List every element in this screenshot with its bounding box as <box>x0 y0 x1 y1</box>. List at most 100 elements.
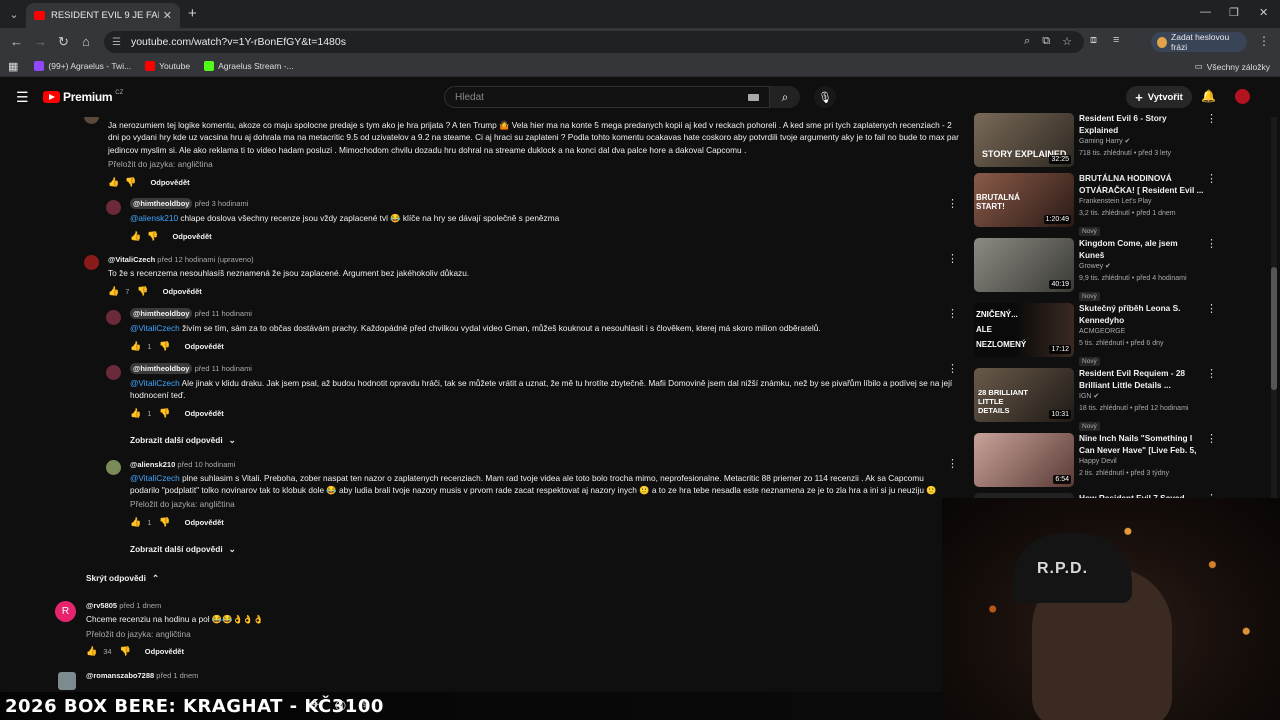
more-options-icon[interactable]: ⋮ <box>947 307 958 320</box>
like-icon[interactable]: 👍 <box>130 517 141 528</box>
bookmark-kick[interactable]: Agraelus Stream -... <box>204 61 294 71</box>
close-window-icon[interactable]: ✕ <box>1259 6 1268 19</box>
dislike-icon[interactable]: 👎 <box>147 231 158 242</box>
password-phrase-button[interactable]: Zadat heslovou frázi <box>1151 32 1247 52</box>
forward-icon[interactable]: → <box>34 34 47 49</box>
video-item[interactable]: BRUTALNÁ START! 1:20:49 BRUTÁLNA HODINOV… <box>974 170 1224 236</box>
translate-link[interactable]: Přeložit do jazyka: angličtina <box>108 159 213 169</box>
video-title[interactable]: Nine Inch Nails "Something I Can Never H… <box>1079 432 1204 456</box>
dislike-icon[interactable]: 👎 <box>159 341 170 352</box>
video-title[interactable]: Skutečný příběh Leona S. Kennedyho <box>1079 302 1204 326</box>
more-options-icon[interactable]: ⋮ <box>947 362 958 375</box>
like-icon[interactable]: 👍 <box>86 646 97 657</box>
more-options-icon[interactable]: ⋮ <box>947 457 958 470</box>
home-icon[interactable]: ⌂ <box>82 34 90 49</box>
video-thumbnail[interactable]: ZNIČENÝ... ALE NEZLOMENÝ 17:12 <box>974 303 1074 357</box>
comment-author[interactable]: @himtheoldboy <box>130 308 193 319</box>
reply-button[interactable]: Odpovědět <box>150 178 189 187</box>
dislike-icon[interactable]: 👎 <box>120 646 131 657</box>
more-options-icon[interactable]: ⋮ <box>1206 367 1217 380</box>
like-icon[interactable]: 👍 <box>130 231 141 242</box>
new-tab-icon[interactable]: + <box>188 5 197 22</box>
site-info-icon[interactable]: ☰ <box>112 37 121 48</box>
translate-link[interactable]: Přeložit do jazyka: angličtina <box>86 629 191 639</box>
video-thumbnail[interactable]: BRUTALNÁ START! 1:20:49 <box>974 173 1074 227</box>
avatar[interactable] <box>106 365 121 380</box>
dislike-icon[interactable]: 👎 <box>159 408 170 419</box>
dislike-icon[interactable]: 👎 <box>125 177 136 188</box>
more-options-icon[interactable]: ⋮ <box>1206 237 1217 250</box>
video-thumbnail[interactable]: 28 BRILLIANT LITTLE DETAILS 10:31 <box>974 368 1074 422</box>
video-thumbnail[interactable]: STORY EXPLAINED 32:25 <box>974 113 1074 167</box>
video-title[interactable]: Resident Evil Requiem - 28 Brilliant Lit… <box>1079 367 1204 391</box>
extensions-icon[interactable]: ⧈ <box>1090 34 1097 47</box>
tab-close-icon[interactable]: ✕ <box>163 9 172 22</box>
apps-grid-icon[interactable]: ▦ <box>8 60 18 73</box>
reply-button[interactable]: Odpovědět <box>185 409 224 418</box>
video-item[interactable]: STORY EXPLAINED 32:25 Resident Evil 6 - … <box>974 110 1224 170</box>
avatar[interactable] <box>84 117 99 124</box>
video-channel[interactable]: IGN ✔ <box>1079 391 1204 403</box>
video-channel[interactable]: ACMGEORGE <box>1079 326 1204 338</box>
zoom-icon[interactable]: ⌕ <box>1024 35 1030 48</box>
back-icon[interactable]: ← <box>10 34 23 49</box>
avatar[interactable]: R <box>55 601 76 622</box>
all-bookmarks[interactable]: ▭ Všechny záložky <box>1195 61 1270 72</box>
browser-menu-icon[interactable]: ⋮ <box>1258 34 1270 48</box>
video-channel[interactable]: Frankenstein Let's Play <box>1079 196 1204 208</box>
reply-button[interactable]: Odpovědět <box>185 518 224 527</box>
install-icon[interactable]: ⧉ <box>1042 35 1050 48</box>
video-title[interactable]: Kingdom Come, ale jsem Kuneš <box>1079 237 1204 261</box>
hide-replies-button[interactable]: Skrýt odpovědi ⌃ <box>86 573 159 583</box>
reply-button[interactable]: Odpovědět <box>145 647 184 656</box>
video-title[interactable]: BRUTÁLNA HODINOVÁ OTVÁRAČKA! [ Resident … <box>1079 172 1204 196</box>
avatar[interactable] <box>84 255 99 270</box>
bookmark-star-icon[interactable]: ☆ <box>1062 35 1072 48</box>
media-icon[interactable]: ≡ <box>1113 34 1119 47</box>
video-title[interactable]: Resident Evil 6 - Story Explained <box>1079 112 1204 136</box>
reload-icon[interactable]: ↻ <box>58 34 69 50</box>
show-more-replies-button[interactable]: Zobrazit další odpovědi ⌄ <box>130 544 236 554</box>
reply-button[interactable]: Odpovědět <box>163 287 202 296</box>
more-options-icon[interactable]: ⋮ <box>1206 112 1217 125</box>
more-options-icon[interactable]: ⋮ <box>1206 172 1217 185</box>
like-icon[interactable]: 👍 <box>108 286 119 297</box>
avatar[interactable] <box>58 672 76 690</box>
search-input[interactable]: Hledat <box>444 86 770 108</box>
translate-link[interactable]: Přeložit do jazyka: angličtina <box>130 499 235 509</box>
comment-author[interactable]: @aliensk210 <box>130 460 175 469</box>
video-channel[interactable]: Gaming Harry ✔ <box>1079 136 1204 148</box>
video-item[interactable]: ZNIČENÝ... ALE NEZLOMENÝ 17:12 Skutečný … <box>974 300 1224 366</box>
video-item[interactable]: 40:19 Kingdom Come, ale jsem Kuneš Growey… <box>974 235 1224 301</box>
mention-link[interactable]: @VitaliCzech <box>130 378 180 388</box>
mention-link[interactable]: @VitaliCzech <box>130 323 180 333</box>
avatar[interactable] <box>106 460 121 475</box>
video-item[interactable]: 6:54 Nine Inch Nails "Something I Can Ne… <box>974 430 1224 490</box>
comment-author[interactable]: @VitaliCzech <box>108 255 155 264</box>
comment-author[interactable]: @himtheoldboy <box>130 363 193 374</box>
video-channel[interactable]: Growey ✔ <box>1079 261 1204 273</box>
maximize-icon[interactable]: ❐ <box>1229 6 1239 19</box>
show-more-replies-button[interactable]: Zobrazit další odpovědi ⌄ <box>130 435 236 445</box>
like-icon[interactable]: 👍 <box>130 408 141 419</box>
keyboard-icon[interactable] <box>748 94 759 101</box>
address-bar[interactable]: ☰ youtube.com/watch?v=1Y-rBonEfGY&t=1480… <box>104 31 1084 53</box>
minimize-icon[interactable]: — <box>1200 6 1211 18</box>
more-options-icon[interactable]: ⋮ <box>1206 302 1217 315</box>
browser-tab-active[interactable]: RESIDENT EVIL 9 JE FAIL - YouTube ✕ <box>26 3 180 28</box>
comment-author[interactable]: @rv5805 <box>86 601 117 610</box>
more-options-icon[interactable]: ⋮ <box>947 197 958 210</box>
bell-icon[interactable]: 🔔 <box>1201 89 1216 103</box>
avatar[interactable] <box>106 310 121 325</box>
video-channel[interactable]: Happy Devil <box>1079 456 1204 468</box>
like-icon[interactable]: 👍 <box>130 341 141 352</box>
comment-author[interactable]: @romanszabo7288 <box>86 671 154 680</box>
menu-icon[interactable]: ☰ <box>16 89 29 106</box>
more-options-icon[interactable]: ⋮ <box>1206 432 1217 445</box>
video-thumbnail[interactable]: 40:19 <box>974 238 1074 292</box>
tab-search-icon[interactable]: ⌄ <box>4 4 24 24</box>
more-options-icon[interactable]: ⋮ <box>947 252 958 265</box>
scrollbar-thumb[interactable] <box>1271 267 1277 390</box>
dislike-icon[interactable]: 👎 <box>159 517 170 528</box>
mention-link[interactable]: @aliensk210 <box>130 213 178 223</box>
